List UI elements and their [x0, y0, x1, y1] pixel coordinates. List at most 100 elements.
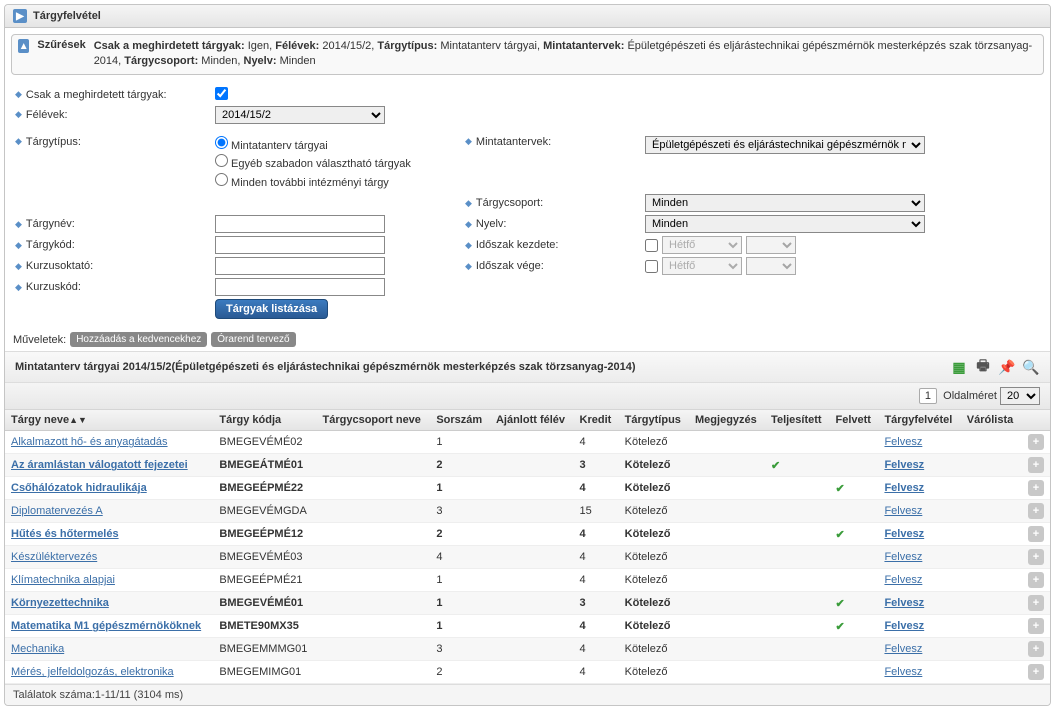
col-header[interactable]: Tárgytípus — [619, 410, 689, 431]
subject-link[interactable]: Alkalmazott hő- és anyagátadás — [11, 436, 168, 448]
take-subject-link[interactable]: Felvesz — [884, 436, 922, 448]
take-subject-link[interactable]: Felvesz — [884, 528, 924, 540]
subject-name-input[interactable] — [215, 215, 385, 233]
subject-type-option[interactable]: Egyéb szabadon választható tárgyak — [215, 154, 465, 173]
subject-link[interactable]: Matematika M1 gépészmérnököknek — [11, 620, 201, 632]
take-subject-link[interactable]: Felvesz — [884, 551, 922, 563]
group-select[interactable]: Minden — [645, 194, 925, 212]
tip-cell: Kötelező — [619, 615, 689, 638]
only-announced-label: Csak a meghirdetett tárgyak: — [26, 89, 167, 101]
subject-type-option[interactable]: Minden további intézményi tárgy — [215, 173, 465, 192]
period-start-time[interactable] — [746, 236, 796, 254]
felev-cell — [490, 569, 574, 592]
col-header[interactable]: Teljesített — [765, 410, 829, 431]
take-subject-link[interactable]: Felvesz — [884, 597, 924, 609]
only-announced-checkbox[interactable] — [215, 87, 228, 100]
take-subject-link[interactable]: Felvesz — [884, 666, 922, 678]
check-icon: ✔ — [836, 483, 845, 495]
semesters-select[interactable]: 2014/15/2 — [215, 106, 385, 124]
take-subject-link[interactable]: Felvesz — [884, 574, 922, 586]
subject-link[interactable]: Környezettechnika — [11, 597, 109, 609]
period-end-day[interactable]: Hétfő — [662, 257, 742, 275]
take-subject-link[interactable]: Felvesz — [884, 505, 922, 517]
subject-code-input[interactable] — [215, 236, 385, 254]
expand-row-button[interactable]: + — [1028, 572, 1044, 588]
col-header[interactable]: Tárgyfelvétel — [878, 410, 960, 431]
subject-link[interactable]: Hűtés és hőtermelés — [11, 528, 119, 540]
period-start-checkbox[interactable] — [645, 239, 658, 252]
course-teacher-input[interactable] — [215, 257, 385, 275]
subject-link[interactable]: Klímatechnika alapjai — [11, 574, 115, 586]
kredit-cell: 4 — [574, 661, 619, 684]
page-size-select[interactable]: 20 — [1000, 387, 1040, 405]
schedule-planner-button[interactable]: Órarend tervező — [211, 332, 295, 347]
pager: 1 Oldalméret 20 — [5, 383, 1050, 410]
taken-cell — [830, 431, 879, 454]
expand-row-button[interactable]: + — [1028, 480, 1044, 496]
col-header[interactable]: Tárgy neve▲▼ — [5, 410, 213, 431]
tip-cell: Kötelező — [619, 638, 689, 661]
expand-row-button[interactable]: + — [1028, 457, 1044, 473]
take-subject-link[interactable]: Felvesz — [884, 643, 922, 655]
col-header[interactable]: Felvett — [830, 410, 879, 431]
taken-cell — [830, 569, 879, 592]
filter-form: ◆Csak a meghirdetett tárgyak: ◆Félévek: … — [5, 81, 1050, 329]
period-end-checkbox[interactable] — [645, 260, 658, 273]
expand-row-button[interactable]: + — [1028, 641, 1044, 657]
col-header[interactable]: Tárgy kódja — [213, 410, 316, 431]
list-subjects-button[interactable]: Tárgyak listázása — [215, 299, 328, 319]
print-icon[interactable]: 🖶 — [974, 358, 992, 376]
col-header[interactable]: Kredit — [574, 410, 619, 431]
take-subject-link[interactable]: Felvesz — [884, 459, 924, 471]
sor-cell: 2 — [430, 454, 490, 477]
completed-cell — [765, 477, 829, 500]
sor-cell: 2 — [430, 523, 490, 546]
subject-link[interactable]: Készüléktervezés — [11, 551, 97, 563]
semesters-label: Félévek: — [26, 109, 68, 121]
expand-row-button[interactable]: + — [1028, 618, 1044, 634]
take-subject-link[interactable]: Felvesz — [884, 482, 924, 494]
subject-link[interactable]: Mérés, jelfeldolgozás, elektronika — [11, 666, 174, 678]
subject-link[interactable]: Csőhálózatok hidraulikája — [11, 482, 147, 494]
felev-cell — [490, 500, 574, 523]
waitlist-cell — [961, 615, 1021, 638]
page-number[interactable]: 1 — [919, 388, 937, 404]
expand-row-button[interactable]: + — [1028, 503, 1044, 519]
subject-type-radios: Mintatanterv tárgyai Egyéb szabadon vála… — [215, 136, 465, 192]
expand-row-button[interactable]: + — [1028, 549, 1044, 565]
col-header[interactable]: Sorszám — [430, 410, 490, 431]
course-code-input[interactable] — [215, 278, 385, 296]
sor-cell: 2 — [430, 661, 490, 684]
col-header[interactable]: Megjegyzés — [689, 410, 765, 431]
completed-cell — [765, 615, 829, 638]
pin-icon[interactable]: 📌 — [998, 358, 1016, 376]
take-subject-link[interactable]: Felvesz — [884, 620, 924, 632]
expand-row-button[interactable]: + — [1028, 595, 1044, 611]
subject-type-label: Tárgytípus: — [26, 136, 81, 148]
tip-cell: Kötelező — [619, 454, 689, 477]
col-header[interactable]: Várólista — [961, 410, 1021, 431]
period-start-day[interactable]: Hétfő — [662, 236, 742, 254]
subject-type-option[interactable]: Mintatanterv tárgyai — [215, 136, 465, 155]
felev-cell — [490, 615, 574, 638]
add-favorite-button[interactable]: Hozzáadás a kedvencekhez — [70, 332, 207, 347]
search-icon[interactable]: 🔍 — [1022, 358, 1040, 376]
curriculum-select[interactable]: Épületgépészeti és eljárástechnikai gépé… — [645, 136, 925, 154]
period-end-time[interactable] — [746, 257, 796, 275]
collapse-icon[interactable]: ▶ — [13, 9, 27, 23]
subject-link[interactable]: Mechanika — [11, 643, 64, 655]
subject-link[interactable]: Az áramlástan válogatott fejezetei — [11, 459, 188, 471]
taken-cell — [830, 638, 879, 661]
col-header[interactable] — [1021, 410, 1050, 431]
expand-row-button[interactable]: + — [1028, 526, 1044, 542]
expand-row-button[interactable]: + — [1028, 664, 1044, 680]
col-header[interactable]: Tárgycsoport neve — [317, 410, 431, 431]
felev-cell — [490, 477, 574, 500]
filter-collapse-icon[interactable]: ▲ — [18, 39, 29, 53]
lang-select[interactable]: Minden — [645, 215, 925, 233]
export-xls-icon[interactable]: ▦ — [950, 358, 968, 376]
col-header[interactable]: Ajánlott félév — [490, 410, 574, 431]
subject-link[interactable]: Diplomatervezés A — [11, 505, 103, 517]
expand-row-button[interactable]: + — [1028, 434, 1044, 450]
completed-cell — [765, 431, 829, 454]
